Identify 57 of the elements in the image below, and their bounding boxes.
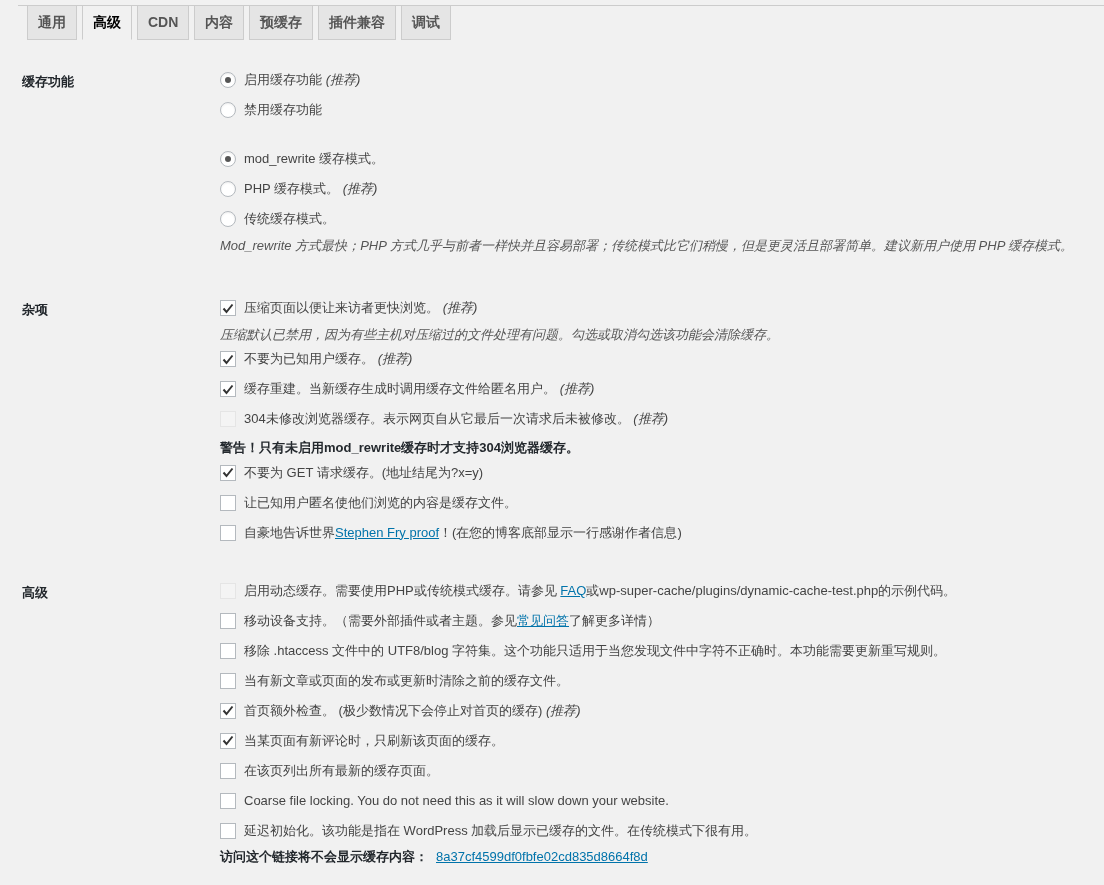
option-label: mod_rewrite 缓存模式。	[244, 150, 385, 169]
option-label: 传统缓存模式。	[244, 210, 335, 229]
radio-button[interactable]	[220, 211, 236, 227]
section-label: 缓存功能	[21, 73, 75, 91]
checkbox[interactable]	[220, 822, 236, 839]
link-label: 访问这个链接将不会显示缓存内容：	[220, 847, 428, 866]
tab[interactable]: 内容	[194, 6, 245, 40]
option-label: 启用缓存功能 (推荐)	[244, 71, 361, 90]
tab[interactable]: 高级	[82, 6, 132, 40]
tab[interactable]: 插件兼容	[318, 6, 397, 40]
checkbox[interactable]	[220, 672, 236, 689]
checkbox[interactable]	[220, 381, 236, 397]
checkbox[interactable]	[220, 702, 236, 719]
radio-button[interactable]	[220, 102, 236, 118]
checkbox[interactable]	[220, 732, 236, 749]
option-label: PHP 缓存模式。 (推荐)	[244, 180, 378, 199]
option-label: 移动设备支持。（需要外部插件或者主题。参见常见问答了解更多详情）	[244, 611, 660, 630]
checkbox[interactable]	[220, 351, 236, 367]
checkbox[interactable]	[220, 300, 236, 316]
option-label: 启用动态缓存。需要使用PHP或传统模式缓存。请参见 FAQ或wp-super-cache/plugins/dynamic-cache-test.php的示例代码。	[244, 581, 957, 600]
option-label: 不要为 GET 请求缓存。(地址结尾为?x=y)	[244, 463, 484, 482]
option-label: 首页额外检查。 (极少数情况下会停止对首页的缓存) (推荐)	[244, 701, 581, 720]
option-label: 在该页列出所有最新的缓存页面。	[244, 761, 439, 780]
description-text: Mod_rewrite 方式最快；PHP 方式几乎与前者一样快并且容易部署；传统模式比它们稍慢，但是更灵活且部署简单。建议新用户使用 PHP 缓存模式。	[220, 237, 1075, 255]
radio-button[interactable]	[220, 72, 236, 88]
warning-text: 警告！只有未启用mod_rewrite缓存时才支持304浏览器缓存。	[220, 439, 580, 457]
checkbox[interactable]	[220, 612, 236, 629]
checkbox[interactable]	[220, 792, 236, 809]
section-label: 杂项	[21, 301, 49, 319]
option-label: 禁用缓存功能	[244, 101, 322, 120]
section-label: 高级	[21, 583, 49, 602]
option-label: 不要为已知用户缓存。 (推荐)	[244, 350, 413, 369]
option-label: 缓存重建。当新缓存生成时调用缓存文件给匿名用户。 (推荐)	[244, 380, 595, 399]
option-label: 移除 .htaccess 文件中的 UTF8/blog 字符集。这个功能只适用于当您发现文件中字符不正确时。本功能需要更新重写规则。	[244, 641, 947, 660]
radio-button[interactable]	[220, 151, 236, 167]
checkbox[interactable]	[220, 494, 236, 511]
radio-button[interactable]	[220, 181, 236, 197]
link[interactable]: Stephen Fry proof	[335, 524, 440, 540]
link[interactable]: 常见问答	[517, 612, 569, 628]
checkbox[interactable]	[220, 762, 236, 779]
option-label: 压缩页面以便让来访者更快浏览。 (推荐)	[244, 299, 478, 318]
option-label: 让已知用户匿名使他们浏览的内容是缓存文件。	[244, 493, 517, 512]
tab[interactable]: 调试	[401, 6, 452, 40]
checkbox[interactable]	[220, 464, 236, 481]
option-label: 延迟初始化。该功能是指在 WordPress 加载后显示已缓存的文件。在传统模式下很有用。	[244, 821, 758, 840]
checkbox[interactable]	[220, 642, 236, 659]
checkbox[interactable]	[220, 524, 236, 541]
option-label: Coarse file locking. You do not need this as it will slow down your website.	[244, 791, 669, 810]
option-label: 自豪地告诉世界Stephen Fry proof！(在您的博客底部显示一行感谢作者信息)	[244, 523, 682, 542]
option-label: 当某页面有新评论时，只刷新该页面的缓存。	[244, 731, 504, 750]
link[interactable]: 8a37cf4599df0fbfe02cd835d8664f8d	[436, 846, 648, 867]
description-text: 压缩默认已禁用，因为有些主机对压缩过的文件处理有问题。勾选或取消勾选该功能会清除缓存。	[220, 326, 780, 344]
tab[interactable]: CDN	[137, 6, 190, 40]
tab[interactable]: 预缓存	[249, 6, 314, 40]
tab[interactable]: 通用	[27, 6, 77, 40]
option-label: 当有新文章或页面的发布或更新时清除之前的缓存文件。	[244, 671, 569, 690]
option-label: 304未修改浏览器缓存。表示网页自从它最后一次请求后未被修改。 (推荐)	[244, 410, 668, 429]
